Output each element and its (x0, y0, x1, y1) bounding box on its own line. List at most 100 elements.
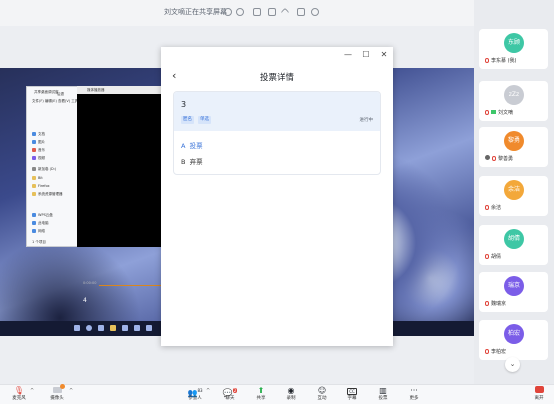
poll-status: 进行中 (359, 118, 374, 123)
settings-icon[interactable] (311, 8, 319, 16)
player-time: 0:00:00 (83, 281, 97, 285)
chevron-down-icon[interactable]: ⌄ (505, 357, 520, 372)
chevron-up-icon[interactable]: ^ (69, 388, 73, 394)
explorer-item: 网络 (32, 229, 45, 234)
avatar: 柏宏 (504, 324, 524, 344)
explorer-title: 共享桌面调试窗 (34, 90, 59, 94)
participant-name: 胡倩 (491, 254, 502, 260)
participant-tile[interactable]: 东顾 李东慕 (我) (479, 29, 548, 69)
explorer-toolbar: 文件(F) 编辑(E) 查看(V) 工具(T) (32, 99, 83, 103)
leave-icon (528, 386, 550, 396)
explorer-status: 1 个项目 (32, 240, 46, 244)
participant-tile[interactable]: 柏宏 李柏宏 (479, 320, 548, 360)
people-icon: 👥83 (187, 388, 203, 398)
participant-tile[interactable]: zZz 刘文嘀 (479, 81, 548, 121)
app-icon (134, 325, 140, 331)
participant-name: 刘文嘀 (498, 110, 514, 116)
participant-name: 魏瑞京 (491, 301, 507, 307)
chevron-up-icon[interactable]: ^ (30, 388, 34, 394)
participant-panel: 东顾 李东慕 (我) zZz 刘文嘀 黎勇 黎善勇 余洁 余洁 胡倩 胡倩 瑞京… (474, 0, 554, 384)
app-icon (146, 325, 152, 331)
screenshot-icon[interactable] (297, 8, 305, 16)
participant-name: 余洁 (491, 205, 502, 211)
mute-button[interactable]: 🎙 麦克风 (8, 386, 30, 402)
poll-question: 3 (181, 100, 187, 109)
task-view-icon (98, 325, 104, 331)
shared-explorer-window: 共享桌面调试窗 文件(F) 编辑(E) 查看(V) 工具(T) 后退 文档 图片… (26, 86, 83, 247)
share-screen-icon: ⬆ (257, 386, 265, 395)
participants-button[interactable]: 👥83 参会人 (183, 386, 207, 402)
explorer-item: WPS云盘 (32, 213, 53, 218)
participant-tile[interactable]: 瑞京 魏瑞京 (479, 272, 548, 312)
participant-tile[interactable]: 余洁 余洁 (479, 176, 548, 216)
zoom-in-icon[interactable] (224, 8, 232, 16)
participant-name: 李东慕 (我) (491, 58, 517, 64)
start-icon (74, 325, 80, 331)
player-counter: 4 (83, 297, 87, 304)
more-button[interactable]: ··· 更多 (404, 386, 424, 402)
participant-tile[interactable]: 胡倩 胡倩 (479, 225, 548, 265)
leave-button[interactable]: 离开 (528, 386, 550, 402)
modal-title: 投票详情 (259, 73, 294, 83)
captions-icon: CC (347, 388, 357, 395)
record-button[interactable]: ◉ 录制 (281, 386, 301, 402)
mic-muted-icon (485, 205, 489, 210)
zoom-out-icon[interactable] (236, 8, 244, 16)
annotation-icon[interactable] (268, 8, 276, 16)
more-icon: ··· (410, 386, 418, 395)
vote-button[interactable]: ▥ 投票 (373, 386, 393, 402)
minimize-icon[interactable]: — (343, 50, 353, 60)
explorer-item: 文档 (32, 132, 45, 137)
subtitle-button[interactable]: CC 字幕 (342, 386, 362, 402)
participant-name: 黎善勇 (498, 156, 514, 162)
meeting-control-bar: 🎙 麦克风 ^ 摄像头 ^ 👥83 参会人 ^ 💬2 聊天 ⬆ 共享 ◉ 录制 ☺ 互动 C… (0, 384, 554, 404)
participant-name: 李柏宏 (491, 349, 507, 355)
explorer-back: 后退 (57, 92, 64, 96)
avatar: zZz (504, 85, 524, 105)
mic-muted-icon: 🎙 (13, 386, 25, 395)
avatar: 东顾 (504, 33, 524, 53)
meeting-top-bar: 刘文嘀正在共享屏幕 (0, 0, 474, 26)
poll-option[interactable]: A 投票 (181, 140, 203, 150)
mic-muted-icon (492, 156, 496, 161)
chat-badge: 2 (232, 388, 238, 393)
participant-tile[interactable]: 黎勇 黎善勇 (479, 127, 548, 167)
chat-button[interactable]: 💬2 聊天 (220, 386, 240, 402)
tag-anonymous: 匿名 (181, 116, 194, 124)
chevron-up-icon[interactable]: ^ (206, 388, 210, 394)
poll-card[interactable]: 3 匿名 单选 进行中 A 投票 B 弃票 (173, 91, 381, 175)
explorer-item: 图片 (32, 140, 45, 145)
tag-single-choice: 单选 (198, 116, 211, 124)
explorer-item: 音乐 (32, 148, 45, 153)
poll-option[interactable]: B 弃票 (181, 156, 203, 166)
pen-icon[interactable] (280, 7, 290, 17)
chat-icon: 💬2 (222, 388, 238, 398)
fit-screen-icon[interactable] (253, 8, 261, 16)
player-title-bar: 媒体播放器 (77, 86, 163, 94)
explorer-item: 新加卷 (D:) (32, 167, 56, 172)
mic-muted-icon (485, 254, 489, 259)
app-icon (122, 325, 128, 331)
avatar: 黎勇 (504, 131, 524, 151)
explorer-item: 此电脑 (32, 221, 49, 226)
video-icon (491, 110, 496, 114)
camera-icon (46, 384, 68, 396)
avatar: 胡倩 (504, 229, 524, 249)
reaction-button[interactable]: ☺ 互动 (312, 386, 332, 402)
player-title: 媒体播放器 (87, 88, 105, 92)
folder-icon (110, 325, 116, 331)
emoji-icon: ☺ (317, 386, 327, 395)
record-icon: ◉ (287, 386, 295, 395)
explorer-item: 系统资源管理器 (32, 192, 63, 197)
close-icon[interactable]: ✕ (379, 50, 389, 60)
video-button[interactable]: 摄像头 (46, 384, 68, 402)
share-button[interactable]: ⬆ 共享 (251, 386, 271, 402)
search-icon (86, 325, 92, 331)
maximize-icon[interactable]: ☐ (361, 50, 371, 60)
shared-media-player: 媒体播放器 (77, 86, 163, 247)
mic-muted-icon (485, 349, 489, 354)
vote-details-window: — ☐ ✕ ‹ 投票详情 3 匿名 单选 进行中 A 投票 B 弃票 (161, 47, 393, 346)
poll-header: 3 匿名 单选 进行中 (174, 92, 380, 131)
bar-chart-icon: ▥ (379, 386, 387, 395)
avatar: 瑞京 (504, 276, 524, 296)
